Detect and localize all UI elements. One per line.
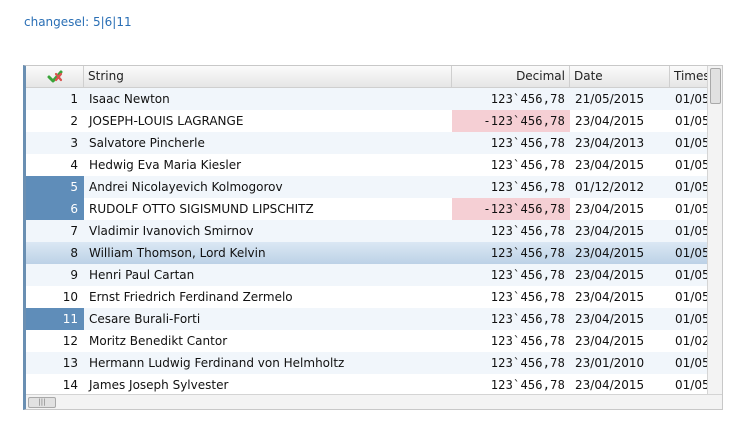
string-cell[interactable]: RUDOLF OTTO SIGISMUND LIPSCHITZ — [84, 198, 452, 220]
table-row[interactable]: 13 Hermann Ludwig Ferdinand von Helmholt… — [26, 352, 722, 374]
date-cell[interactable]: 23/04/2015 — [570, 286, 670, 308]
string-cell[interactable]: William Thomson, Lord Kelvin — [84, 242, 452, 264]
string-cell[interactable]: Henri Paul Cartan — [84, 264, 452, 286]
horizontal-scrollbar[interactable]: ||| — [26, 394, 722, 409]
column-header-decimal[interactable]: Decimal — [452, 66, 570, 87]
date-cell[interactable]: 23/04/2015 — [570, 154, 670, 176]
string-cell[interactable]: Hedwig Eva Maria Kiesler — [84, 154, 452, 176]
table-row[interactable]: 11 Cesare Burali-Forti 123`456,78 23/04/… — [26, 308, 722, 330]
row-number[interactable]: 5 — [26, 176, 84, 198]
decimal-cell[interactable]: 123`456,78 — [452, 154, 570, 176]
table-row[interactable]: 7 Vladimir Ivanovich Smirnov 123`456,78 … — [26, 220, 722, 242]
row-number[interactable]: 14 — [26, 374, 84, 396]
horizontal-scroll-thumb[interactable]: ||| — [28, 397, 56, 408]
date-cell[interactable]: 23/04/2015 — [570, 330, 670, 352]
table-row[interactable]: 5 Andrei Nicolayevich Kolmogorov 123`456… — [26, 176, 722, 198]
changesel-link[interactable]: changesel: 5|6|11 — [24, 15, 132, 29]
date-cell[interactable]: 23/01/2010 — [570, 352, 670, 374]
table-row[interactable]: 4 Hedwig Eva Maria Kiesler 123`456,78 23… — [26, 154, 722, 176]
decimal-cell[interactable]: 123`456,78 — [452, 286, 570, 308]
date-cell[interactable]: 23/04/2015 — [570, 220, 670, 242]
data-grid: String Decimal Date Times 1 Isaac Newton… — [23, 65, 723, 410]
row-number[interactable]: 6 — [26, 198, 84, 220]
table-row[interactable]: 2 JOSEPH-LOUIS LAGRANGE -123`456,78 23/0… — [26, 110, 722, 132]
decimal-cell[interactable]: 123`456,78 — [452, 330, 570, 352]
table-row[interactable]: 8 William Thomson, Lord Kelvin 123`456,7… — [26, 242, 722, 264]
date-cell[interactable]: 01/12/2012 — [570, 176, 670, 198]
string-cell[interactable]: Hermann Ludwig Ferdinand von Helmholtz — [84, 352, 452, 374]
row-number[interactable]: 2 — [26, 110, 84, 132]
decimal-cell[interactable]: 123`456,78 — [452, 242, 570, 264]
row-number[interactable]: 13 — [26, 352, 84, 374]
table-row[interactable]: 6 RUDOLF OTTO SIGISMUND LIPSCHITZ -123`4… — [26, 198, 722, 220]
date-cell[interactable]: 23/04/2013 — [570, 132, 670, 154]
table-row[interactable]: 1 Isaac Newton 123`456,78 21/05/2015 01/… — [26, 88, 722, 110]
vertical-scrollbar[interactable] — [707, 66, 722, 396]
date-cell[interactable]: 23/04/2015 — [570, 264, 670, 286]
table-row[interactable]: 12 Moritz Benedikt Cantor 123`456,78 23/… — [26, 330, 722, 352]
date-cell[interactable]: 23/04/2015 — [570, 198, 670, 220]
decimal-cell[interactable]: 123`456,78 — [452, 176, 570, 198]
row-number[interactable]: 9 — [26, 264, 84, 286]
string-cell[interactable]: James Joseph Sylvester — [84, 374, 452, 396]
string-cell[interactable]: Ernst Friedrich Ferdinand Zermelo — [84, 286, 452, 308]
date-cell[interactable]: 23/04/2015 — [570, 110, 670, 132]
row-number[interactable]: 12 — [26, 330, 84, 352]
string-cell[interactable]: Moritz Benedikt Cantor — [84, 330, 452, 352]
row-number[interactable]: 7 — [26, 220, 84, 242]
select-all-icon[interactable] — [26, 66, 84, 87]
decimal-cell[interactable]: 123`456,78 — [452, 88, 570, 110]
vertical-scroll-thumb[interactable] — [710, 68, 721, 104]
decimal-cell[interactable]: 123`456,78 — [452, 374, 570, 396]
string-cell[interactable]: JOSEPH-LOUIS LAGRANGE — [84, 110, 452, 132]
decimal-cell[interactable]: -123`456,78 — [452, 110, 570, 132]
string-cell[interactable]: Salvatore Pincherle — [84, 132, 452, 154]
date-cell[interactable]: 21/05/2015 — [570, 88, 670, 110]
row-number[interactable]: 1 — [26, 88, 84, 110]
column-header-string[interactable]: String — [84, 66, 452, 87]
date-cell[interactable]: 23/04/2015 — [570, 242, 670, 264]
row-number[interactable]: 11 — [26, 308, 84, 330]
grid-header: String Decimal Date Times — [26, 66, 722, 88]
column-header-date[interactable]: Date — [570, 66, 670, 87]
row-number[interactable]: 10 — [26, 286, 84, 308]
string-cell[interactable]: Isaac Newton — [84, 88, 452, 110]
decimal-cell[interactable]: 123`456,78 — [452, 220, 570, 242]
grid-rows: 1 Isaac Newton 123`456,78 21/05/2015 01/… — [26, 88, 722, 396]
decimal-cell[interactable]: 123`456,78 — [452, 352, 570, 374]
table-row[interactable]: 3 Salvatore Pincherle 123`456,78 23/04/2… — [26, 132, 722, 154]
string-cell[interactable]: Andrei Nicolayevich Kolmogorov — [84, 176, 452, 198]
date-cell[interactable]: 23/04/2015 — [570, 308, 670, 330]
row-number[interactable]: 4 — [26, 154, 84, 176]
table-row[interactable]: 14 James Joseph Sylvester 123`456,78 23/… — [26, 374, 722, 396]
table-row[interactable]: 10 Ernst Friedrich Ferdinand Zermelo 123… — [26, 286, 722, 308]
decimal-cell[interactable]: 123`456,78 — [452, 132, 570, 154]
string-cell[interactable]: Vladimir Ivanovich Smirnov — [84, 220, 452, 242]
string-cell[interactable]: Cesare Burali-Forti — [84, 308, 452, 330]
row-number[interactable]: 8 — [26, 242, 84, 264]
decimal-cell[interactable]: 123`456,78 — [452, 308, 570, 330]
date-cell[interactable]: 23/04/2015 — [570, 374, 670, 396]
row-number[interactable]: 3 — [26, 132, 84, 154]
table-row[interactable]: 9 Henri Paul Cartan 123`456,78 23/04/201… — [26, 264, 722, 286]
decimal-cell[interactable]: 123`456,78 — [452, 264, 570, 286]
decimal-cell[interactable]: -123`456,78 — [452, 198, 570, 220]
